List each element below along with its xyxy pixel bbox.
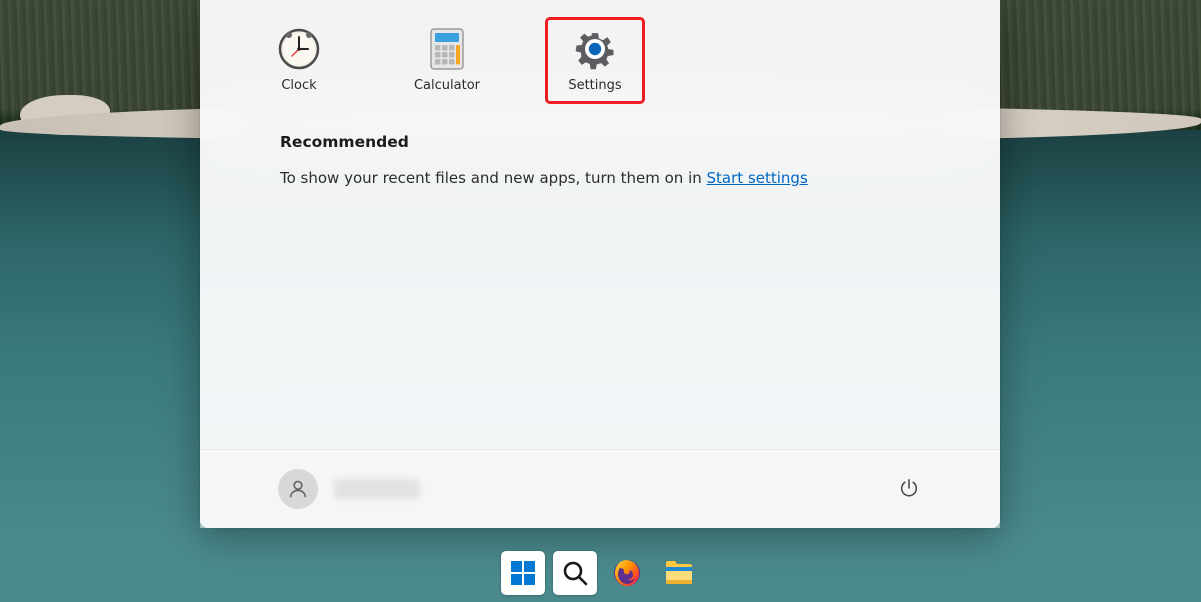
- user-account-button[interactable]: [278, 469, 420, 509]
- app-calculator[interactable]: Calculator: [398, 18, 496, 103]
- settings-icon: [574, 28, 616, 70]
- taskbar: [0, 544, 1201, 602]
- taskbar-start-button[interactable]: [501, 551, 545, 595]
- app-label: Clock: [281, 78, 316, 93]
- pinned-apps-row: Clock Calculator Settings: [0, 0, 1000, 103]
- explorer-icon: [664, 559, 694, 587]
- recommended-section: Recommended To show your recent files an…: [200, 103, 1000, 187]
- app-label: Settings: [568, 78, 621, 93]
- username: [334, 479, 420, 499]
- recommended-heading: Recommended: [280, 133, 920, 151]
- taskbar-file-explorer[interactable]: [657, 551, 701, 595]
- start-settings-link[interactable]: Start settings: [707, 169, 808, 187]
- clock-icon: [278, 28, 320, 70]
- taskbar-search-button[interactable]: [553, 551, 597, 595]
- app-clock[interactable]: Clock: [250, 18, 348, 103]
- power-button[interactable]: [898, 477, 922, 501]
- firefox-icon: [612, 558, 642, 588]
- avatar-icon: [278, 469, 318, 509]
- windows-icon: [509, 559, 537, 587]
- start-menu: Clock Calculator Settings Recommended To…: [200, 0, 1000, 528]
- taskbar-firefox[interactable]: [605, 551, 649, 595]
- user-bar: [200, 449, 1000, 528]
- app-label: Calculator: [414, 78, 480, 93]
- search-icon: [561, 559, 589, 587]
- recommended-text: To show your recent files and new apps, …: [280, 169, 920, 187]
- calculator-icon: [426, 28, 468, 70]
- app-settings[interactable]: Settings: [546, 18, 644, 103]
